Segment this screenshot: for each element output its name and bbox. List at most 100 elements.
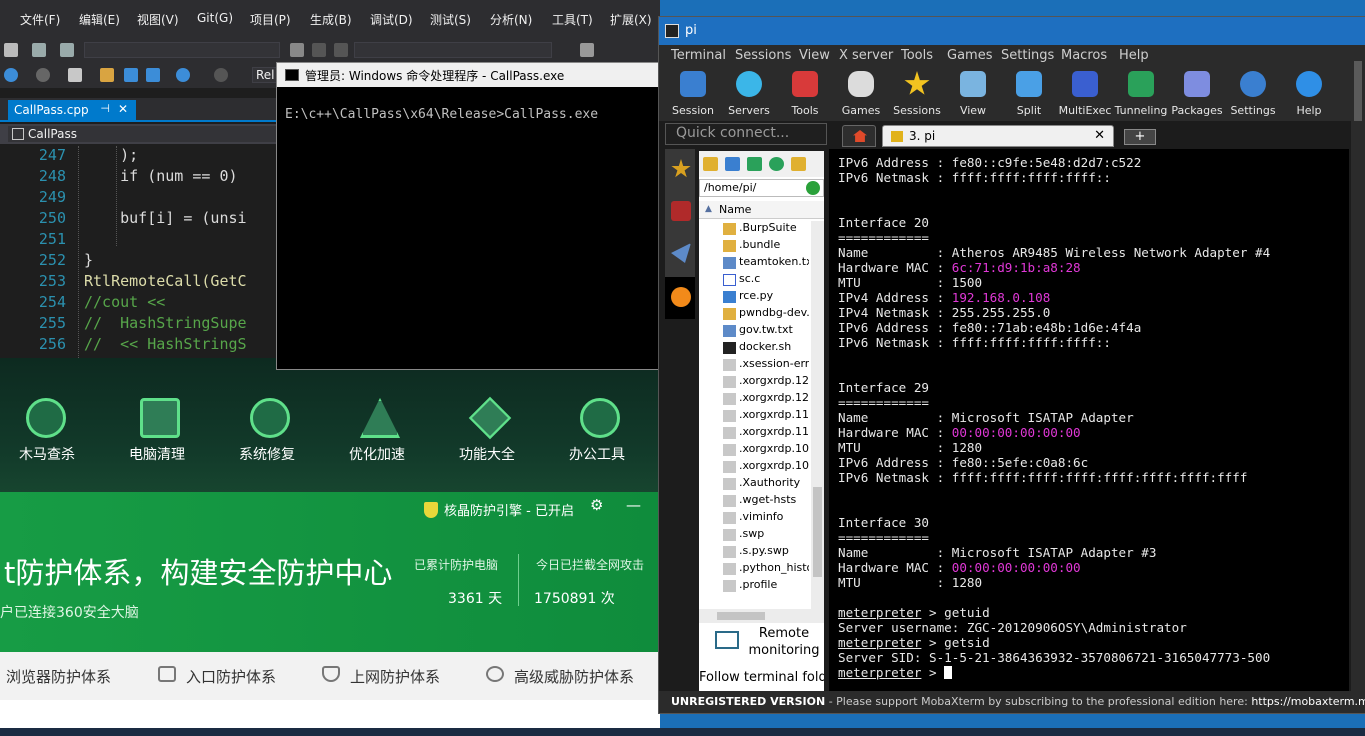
menu-view[interactable]: View <box>799 48 830 63</box>
file-item[interactable]: .s.py.swp <box>723 544 809 561</box>
scrollbar-thumb[interactable] <box>813 487 822 577</box>
pin-icon[interactable]: ⊣ <box>100 102 110 115</box>
tile-office-tools[interactable]: 办公工具 <box>552 444 642 464</box>
engine-status-badge[interactable]: 核晶防护引擎 - 已开启 <box>424 500 574 519</box>
open-folder-icon[interactable] <box>100 68 114 82</box>
packages-button[interactable]: Packages <box>1169 69 1225 117</box>
help-button[interactable]: Help <box>1281 69 1337 117</box>
home-tab[interactable] <box>842 125 876 147</box>
menu-file[interactable]: 文件(F) <box>20 11 60 28</box>
menu-xserver[interactable]: X server <box>839 48 893 63</box>
file-item[interactable]: .Xauthority <box>723 476 809 493</box>
quick-connect-input[interactable]: Quick connect... <box>665 123 827 145</box>
breakpoint-icon[interactable] <box>312 43 326 57</box>
menu-analyze[interactable]: 分析(N) <box>490 11 532 28</box>
forward-icon[interactable] <box>36 68 50 82</box>
multiexec-button[interactable]: MultiExec <box>1057 69 1113 117</box>
undo-icon[interactable] <box>176 68 190 82</box>
file-item[interactable]: rce.py <box>723 289 809 306</box>
gear-icon[interactable]: ⚙ <box>590 496 603 514</box>
file-item[interactable]: .profile <box>723 578 809 595</box>
minimize-icon[interactable]: — <box>626 496 641 514</box>
file-item[interactable]: .wget-hsts <box>723 493 809 510</box>
cmd-title-bar[interactable]: 管理员: Windows 命令处理程序 - CallPass.exe <box>277 63 659 87</box>
tunneling-button[interactable]: Tunneling <box>1113 69 1169 117</box>
tile-system-repair[interactable]: 系统修复 <box>222 444 312 464</box>
menu-git[interactable]: Git(G) <box>197 11 233 25</box>
tab-browser-protection[interactable]: 浏览器防护体系 <box>6 666 111 687</box>
menu-tools[interactable]: 工具(T) <box>552 11 593 28</box>
file-item[interactable]: pwndbg-dev.zip <box>723 306 809 323</box>
format-icon[interactable] <box>60 43 74 57</box>
menu-macros[interactable]: Macros <box>1061 48 1107 63</box>
file-item[interactable]: .BurpSuite <box>723 221 809 238</box>
file-item[interactable]: sc.c <box>723 272 809 289</box>
games-button[interactable]: Games <box>833 69 889 117</box>
upload-icon[interactable] <box>747 157 762 171</box>
scrollbar-thumb[interactable] <box>717 612 765 620</box>
file-item[interactable]: .python_history <box>723 561 809 578</box>
menu-help[interactable]: Help <box>1119 48 1149 63</box>
close-icon[interactable]: ✕ <box>118 102 128 116</box>
sidebar-macros[interactable] <box>665 233 695 275</box>
menu-project[interactable]: 项目(P) <box>250 11 291 28</box>
column-header-name[interactable]: ▲ Name <box>699 201 824 219</box>
file-item[interactable]: .xsession-errors <box>723 357 809 374</box>
menu-settings[interactable]: Settings <box>1001 48 1054 63</box>
menu-games[interactable]: Games <box>947 48 992 63</box>
target-combo[interactable] <box>354 42 552 58</box>
menu-build[interactable]: 生成(B) <box>310 11 352 28</box>
cmd-window[interactable]: 管理员: Windows 命令处理程序 - CallPass.exe E:\c+… <box>276 62 660 370</box>
trojan-scan-icon[interactable] <box>26 398 66 438</box>
remote-monitoring-button[interactable]: Remote monitoring <box>745 625 823 659</box>
project-scope-combo[interactable]: CallPass <box>8 126 276 142</box>
save-all-icon[interactable] <box>146 68 160 82</box>
follow-terminal-checkbox[interactable]: Follow terminal folder <box>699 670 824 685</box>
file-item[interactable]: .xorgxrdp.12 <box>723 374 809 391</box>
settings-button[interactable]: Settings <box>1225 69 1281 117</box>
session-tab-pi[interactable]: 3. pi ✕ <box>882 125 1114 147</box>
terminal-scrollbar[interactable] <box>1351 57 1365 691</box>
close-icon[interactable]: ✕ <box>1094 128 1105 143</box>
sidebar-sftp[interactable] <box>665 277 695 319</box>
menu-view[interactable]: 视图(V) <box>137 11 179 28</box>
tab-entry-protection[interactable]: 入口防护体系 <box>186 666 276 687</box>
sidebar-tools[interactable] <box>665 191 695 233</box>
menu-debug[interactable]: 调试(D) <box>370 11 413 28</box>
file-item[interactable]: .xorgxrdp.11 <box>723 408 809 425</box>
file-item[interactable]: .viminfo <box>723 510 809 527</box>
file-item[interactable]: .xorgxrdp.10 <box>723 442 809 459</box>
refresh-icon[interactable] <box>769 157 784 171</box>
tool-icon[interactable] <box>4 43 18 57</box>
menu-sessions[interactable]: Sessions <box>735 48 791 63</box>
new-folder-icon[interactable] <box>791 157 806 171</box>
menu-tools[interactable]: Tools <box>901 48 933 63</box>
attach-icon[interactable] <box>290 43 304 57</box>
moba-title-bar[interactable]: pi <box>659 17 1365 45</box>
align-icon[interactable] <box>580 43 594 57</box>
folder-up-icon[interactable] <box>703 157 718 171</box>
find-combo[interactable] <box>84 42 280 58</box>
play-icon[interactable] <box>334 43 348 57</box>
redo-icon[interactable] <box>214 68 228 82</box>
tools-button[interactable]: Tools <box>777 69 833 117</box>
menu-edit[interactable]: 编辑(E) <box>79 11 120 28</box>
tab-callpass-cpp[interactable]: CallPass.cpp ⊣ ✕ <box>8 100 136 122</box>
menu-extensions[interactable]: 扩展(X) <box>610 11 652 28</box>
sessions-button[interactable]: Sessions <box>889 69 945 117</box>
file-item[interactable]: .swp <box>723 527 809 544</box>
new-project-icon[interactable] <box>68 68 82 82</box>
tile-trojan-scan[interactable]: 木马查杀 <box>2 444 92 464</box>
comment-icon[interactable] <box>32 43 46 57</box>
terminal-output[interactable]: IPv6 Address : fe80::c9fe:5e48:d2d7:c522… <box>829 149 1349 691</box>
view-button[interactable]: View <box>945 69 1001 117</box>
office-tools-icon[interactable] <box>580 398 620 438</box>
file-item[interactable]: .xorgxrdp.11 <box>723 425 809 442</box>
configuration-combo[interactable]: Rel <box>252 67 278 83</box>
save-icon[interactable] <box>124 68 138 82</box>
scrollbar-thumb[interactable] <box>1354 61 1362 121</box>
file-item[interactable]: teamtoken.txt <box>723 255 809 272</box>
file-list-scrollbar[interactable] <box>811 221 824 609</box>
file-item[interactable]: .xorgxrdp.10 <box>723 459 809 476</box>
session-button[interactable]: Session <box>665 69 721 117</box>
